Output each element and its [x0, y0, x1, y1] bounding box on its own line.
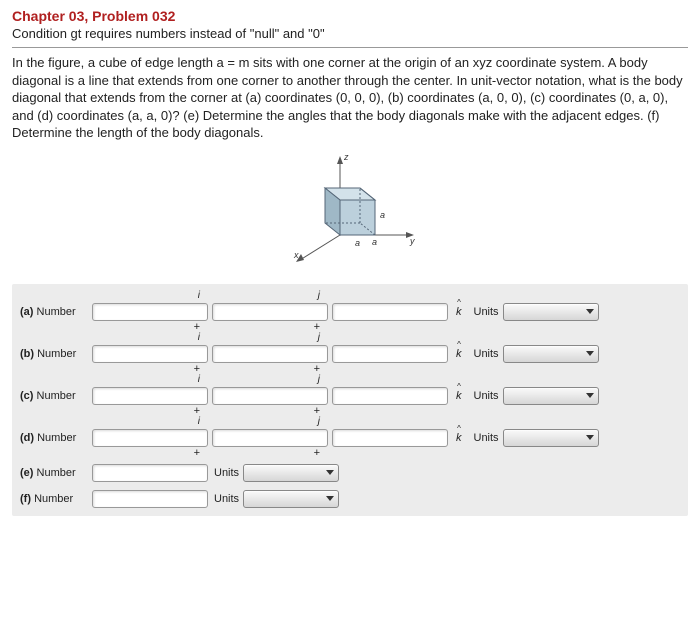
e-units-select[interactable]: [243, 464, 339, 482]
row-c: (c) Number i + j + k Units: [20, 378, 680, 414]
row-c-label: (c) Number: [20, 390, 92, 402]
row-f: (f) Number Units: [20, 490, 680, 508]
row-d-label: (d) Number: [20, 432, 92, 444]
a-units-select[interactable]: [503, 303, 599, 321]
units-label: Units: [474, 306, 499, 318]
c-j-input[interactable]: [212, 387, 328, 405]
chevron-down-icon: [586, 435, 594, 440]
j-hat-icon: j: [318, 291, 320, 301]
svg-text:a: a: [380, 210, 385, 220]
divider: [12, 47, 688, 48]
chevron-down-icon: [326, 496, 334, 501]
b-i-input[interactable]: [92, 345, 208, 363]
svg-text:a: a: [372, 237, 377, 247]
b-units-select[interactable]: [503, 345, 599, 363]
figure-container: z y x a a a: [12, 150, 688, 270]
chevron-down-icon: [326, 470, 334, 475]
answers-panel: (a) Number i + j + k Units (b) Number i: [12, 284, 688, 516]
row-a-label: (a) Number: [20, 306, 92, 318]
c-i-input[interactable]: [92, 387, 208, 405]
svg-text:a: a: [355, 238, 360, 248]
f-units-select[interactable]: [243, 490, 339, 508]
plus-icon: +: [314, 321, 320, 333]
plus-icon: +: [194, 321, 200, 333]
d-k-input[interactable]: [332, 429, 448, 447]
k-hat-icon: k: [456, 306, 462, 318]
c-k-input[interactable]: [332, 387, 448, 405]
row-f-label: (f) Number: [20, 493, 92, 505]
c-units-select[interactable]: [503, 387, 599, 405]
i-hat-icon: i: [198, 291, 200, 301]
row-e: (e) Number Units: [20, 464, 680, 482]
row-e-label: (e) Number: [20, 467, 92, 479]
svg-text:x: x: [293, 250, 299, 260]
chevron-down-icon: [586, 393, 594, 398]
svg-text:y: y: [409, 236, 415, 246]
b-j-input[interactable]: [212, 345, 328, 363]
chevron-down-icon: [586, 351, 594, 356]
row-d: (d) Number i + j + k Units: [20, 420, 680, 456]
e-value-input[interactable]: [92, 464, 208, 482]
row-b: (b) Number i + j + k Units: [20, 336, 680, 372]
svg-text:z: z: [343, 152, 349, 162]
problem-text: In the figure, a cube of edge length a =…: [12, 54, 688, 142]
problem-title: Chapter 03, Problem 032: [12, 8, 688, 24]
cube-figure: z y x a a a: [280, 150, 420, 270]
b-k-input[interactable]: [332, 345, 448, 363]
row-b-label: (b) Number: [20, 348, 92, 360]
chevron-down-icon: [586, 309, 594, 314]
a-k-input[interactable]: [332, 303, 448, 321]
f-value-input[interactable]: [92, 490, 208, 508]
problem-subtitle: Condition gt requires numbers instead of…: [12, 26, 688, 41]
a-j-input[interactable]: [212, 303, 328, 321]
d-units-select[interactable]: [503, 429, 599, 447]
d-i-input[interactable]: [92, 429, 208, 447]
d-j-input[interactable]: [212, 429, 328, 447]
a-i-input[interactable]: [92, 303, 208, 321]
row-a: (a) Number i + j + k Units: [20, 294, 680, 330]
